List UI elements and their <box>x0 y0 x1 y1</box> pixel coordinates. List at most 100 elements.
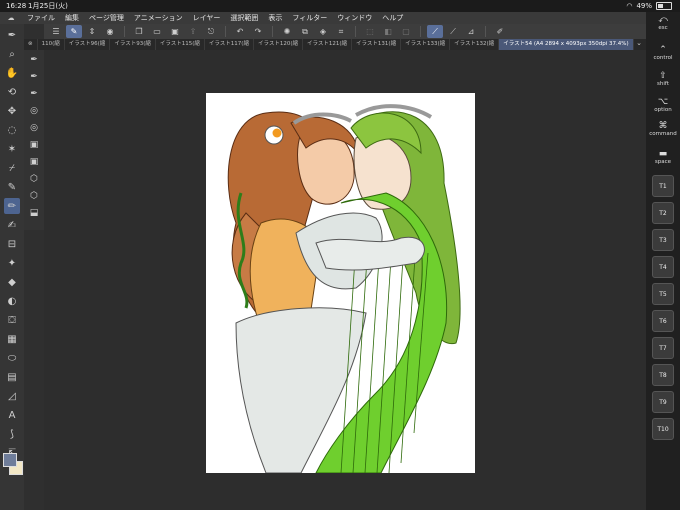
canvas-tab[interactable]: イラスト120(縮 <box>254 39 303 50</box>
t5-key[interactable]: T5 <box>652 283 674 305</box>
ruler-icon[interactable]: ◿ <box>4 388 20 404</box>
menu-selection[interactable]: 選択範囲 <box>225 12 263 24</box>
separator <box>355 26 356 37</box>
pencil-icon[interactable]: ✏ <box>4 198 20 214</box>
bucket-icon[interactable]: ⛋ <box>4 312 20 328</box>
text-icon[interactable]: A <box>4 407 20 423</box>
canvas-tab[interactable]: イラスト115(縮 <box>156 39 205 50</box>
sub-layer-icon[interactable]: ▣ <box>27 155 41 169</box>
canvas-tab[interactable]: イラスト131(縮 <box>352 39 402 50</box>
menu-help[interactable]: ヘルプ <box>377 12 408 24</box>
t10-key[interactable]: T10 <box>652 418 674 440</box>
redo-icon[interactable]: ↷ <box>250 25 266 38</box>
canvas-tab[interactable]: 110(縮 <box>38 39 65 50</box>
menu-edit[interactable]: 編集 <box>60 12 84 24</box>
select-icon[interactable]: ▢ <box>398 25 414 38</box>
t4-key[interactable]: T4 <box>652 256 674 278</box>
clear-icon[interactable]: ✺ <box>279 25 295 38</box>
canvas-tab-active[interactable]: イラスト54 (A4 2894 x 4093px 350dpi 37.4%) <box>499 39 634 50</box>
eyedropper-icon[interactable]: ⌿ <box>4 160 20 176</box>
sub-pen-icon[interactable]: ✒ <box>27 87 41 101</box>
frame-icon[interactable]: ▤ <box>4 369 20 385</box>
sub-layer-icon[interactable]: ▣ <box>27 138 41 152</box>
rotate-icon[interactable]: ⟲ <box>4 84 20 100</box>
copy-icon[interactable]: ⧉ <box>297 25 313 38</box>
save-icon[interactable]: ▣ <box>167 25 183 38</box>
tab-close-icon[interactable]: ⊗ <box>24 39 38 50</box>
deselect-icon[interactable]: ⬚ <box>362 25 378 38</box>
upload-icon[interactable]: ⇪ <box>185 25 201 38</box>
canvas-tab[interactable]: イラスト93(縮 <box>110 39 156 50</box>
new-icon[interactable]: ❐ <box>131 25 147 38</box>
color-indicator[interactable] <box>3 453 23 475</box>
canvas-tab[interactable]: イラスト121(縮 <box>303 39 353 50</box>
balloon-icon[interactable]: ⟆ <box>4 426 20 442</box>
sub-tool-palette: ✒ ✒ ✒ ◎ ◎ ▣ ▣ ⬡ ⬡ ⬓ <box>24 50 44 230</box>
gradient-icon[interactable]: ▦ <box>4 331 20 347</box>
chevron-updown-icon[interactable]: ⇕ <box>84 25 100 38</box>
menu-filter[interactable]: フィルター <box>287 12 332 24</box>
magic-wand-icon[interactable]: ✶ <box>4 141 20 157</box>
t3-key[interactable]: T3 <box>652 229 674 251</box>
move-icon[interactable]: ✥ <box>4 103 20 119</box>
figure-icon[interactable]: ⬭ <box>4 350 20 366</box>
menu-page[interactable]: ページ管理 <box>84 12 129 24</box>
canvas-tab[interactable]: イラスト96(縮 <box>65 39 111 50</box>
canvas-tab[interactable]: イラスト133(縮 <box>401 39 451 50</box>
t1-key[interactable]: T1 <box>652 175 674 197</box>
blend-icon[interactable]: ◐ <box>4 293 20 309</box>
special-ruler-icon[interactable]: ⟋ <box>445 25 461 38</box>
shift-key[interactable]: ⇧ shift <box>648 71 678 87</box>
t2-key[interactable]: T2 <box>652 202 674 224</box>
hamburger-icon[interactable]: ☰ <box>48 25 64 38</box>
sub-circle-icon[interactable]: ◎ <box>27 104 41 118</box>
t6-key[interactable]: T6 <box>652 310 674 332</box>
option-key[interactable]: ⌥ option <box>648 97 678 113</box>
sub-folder-icon[interactable]: ⬡ <box>27 189 41 203</box>
g-pen-icon[interactable]: ✎ <box>4 179 20 195</box>
canvas-tab[interactable]: イラスト132(縮 <box>450 39 500 50</box>
brush-icon[interactable]: ✍ <box>4 217 20 233</box>
share-icon[interactable]: ⎋ <box>203 25 219 38</box>
sub-pen-icon[interactable]: ✒ <box>27 70 41 84</box>
zoom-icon[interactable]: ⌕ <box>4 46 20 62</box>
clip-studio-icon[interactable]: ☁ <box>0 12 22 24</box>
main-color-swatch[interactable] <box>3 453 17 467</box>
t9-key[interactable]: T9 <box>652 391 674 413</box>
canvas-tab[interactable]: イラスト117(縮 <box>205 39 254 50</box>
canvas-paper[interactable] <box>206 93 475 473</box>
invert-icon[interactable]: ◧ <box>380 25 396 38</box>
t7-key[interactable]: T7 <box>652 337 674 359</box>
egg-yolk <box>272 128 282 138</box>
crop-icon[interactable]: ⌗ <box>333 25 349 38</box>
menu-layer[interactable]: レイヤー <box>188 12 226 24</box>
grid-snap-icon[interactable]: ⊿ <box>463 25 479 38</box>
record-icon[interactable]: ◉ <box>102 25 118 38</box>
sub-folder-icon[interactable]: ⬡ <box>27 172 41 186</box>
control-key[interactable]: ⌃ control <box>648 45 678 61</box>
undo-icon[interactable]: ↶ <box>232 25 248 38</box>
space-key[interactable]: ▬ space <box>648 149 678 165</box>
eraser-icon[interactable]: ◆ <box>4 274 20 290</box>
menu-view[interactable]: 表示 <box>263 12 287 24</box>
sub-import-icon[interactable]: ⬓ <box>27 206 41 220</box>
t8-key[interactable]: T8 <box>652 364 674 386</box>
edit-icon[interactable]: ✐ <box>492 25 508 38</box>
ruler-snap-icon[interactable]: ⟋ <box>427 25 443 38</box>
esc-key[interactable]: ⤺ esc <box>648 15 678 31</box>
command-key[interactable]: ⌘ command <box>648 121 678 137</box>
menu-window[interactable]: ウィンドウ <box>332 12 377 24</box>
edit-pen-icon[interactable]: ✎ <box>66 25 82 38</box>
sub-pen-icon[interactable]: ✒ <box>27 53 41 67</box>
chevron-down-icon[interactable]: ⌄ <box>636 39 642 47</box>
hand-icon[interactable]: ✋ <box>4 65 20 81</box>
sub-circle-icon[interactable]: ◎ <box>27 121 41 135</box>
fill-icon[interactable]: ◈ <box>315 25 331 38</box>
menu-file[interactable]: ファイル <box>22 12 60 24</box>
open-icon[interactable]: ▭ <box>149 25 165 38</box>
decoration-icon[interactable]: ✦ <box>4 255 20 271</box>
pen-icon[interactable]: ✒ <box>4 27 20 43</box>
lasso-icon[interactable]: ◌ <box>4 122 20 138</box>
airbrush-icon[interactable]: ⊟ <box>4 236 20 252</box>
menu-animation[interactable]: アニメーション <box>129 12 188 24</box>
